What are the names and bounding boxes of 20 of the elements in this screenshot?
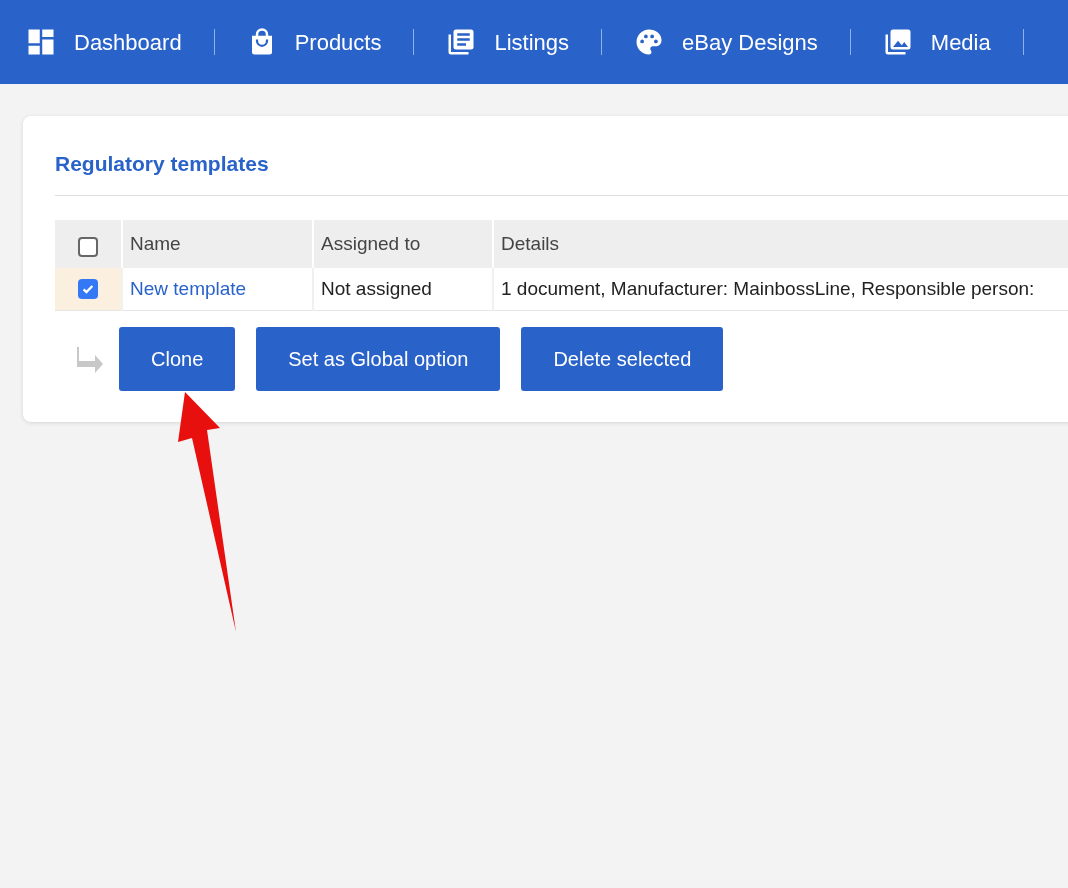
column-header: Details — [493, 220, 1068, 268]
nav-link[interactable]: Media — [882, 25, 991, 59]
dashboard-grid-icon — [26, 27, 56, 57]
select-all-checkbox[interactable] — [78, 237, 98, 257]
table-cell: Not assigned — [313, 268, 493, 310]
nav-link[interactable]: Dashboard — [26, 25, 182, 59]
action-button[interactable]: Clone — [119, 326, 236, 391]
table-cell: 1 document, Manufacturer: MainbossLine, Responsible person: — [493, 268, 1068, 310]
row-checkbox[interactable] — [78, 278, 98, 299]
documents-icon — [446, 27, 477, 57]
section-title: Regulatory templates — [55, 151, 269, 177]
action-button[interactable]: Set as Global option — [256, 326, 501, 391]
turn-right-arrow-icon — [75, 344, 105, 373]
template-name-link[interactable]: New template — [130, 277, 247, 299]
nav-link[interactable]: eBay Designs — [634, 25, 818, 59]
column-header: Name — [122, 220, 313, 268]
nav-link[interactable]: Listings — [446, 25, 570, 59]
action-button[interactable]: Delete selected — [521, 326, 724, 391]
nav-link[interactable]: Products — [246, 25, 382, 59]
column-header: Assigned to — [313, 220, 493, 268]
